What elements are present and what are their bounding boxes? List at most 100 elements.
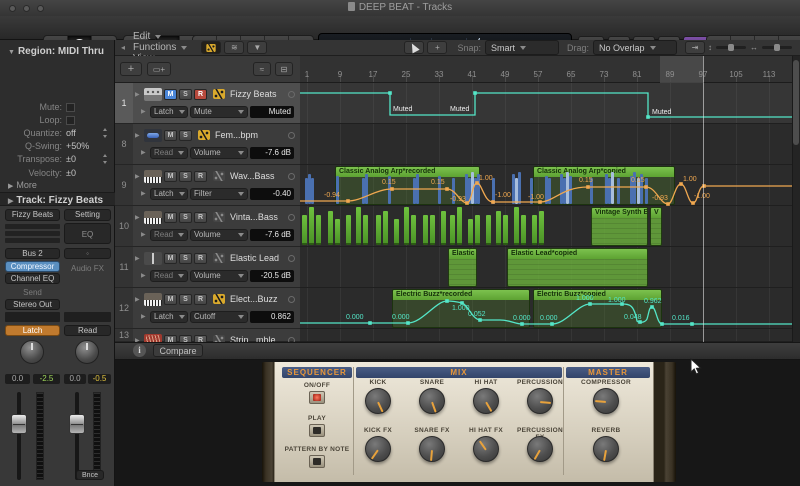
knob-snare[interactable] <box>419 388 445 414</box>
automation-value-box[interactable]: -7.6 dB <box>250 228 294 241</box>
mute-button[interactable]: M <box>164 129 177 141</box>
vertical-zoom-slider[interactable] <box>716 44 746 51</box>
midi-note-bar[interactable] <box>430 215 435 245</box>
midi-note-bar[interactable] <box>521 215 526 245</box>
playhead[interactable] <box>703 56 704 342</box>
track-number-10[interactable]: 10 <box>115 206 133 247</box>
record-enable-button[interactable]: R <box>194 170 207 182</box>
pan-knob[interactable] <box>75 340 99 364</box>
automation-value-box[interactable]: -0.40 <box>250 187 294 200</box>
knob-percussion[interactable] <box>527 388 553 414</box>
midi-note-bar[interactable] <box>376 215 381 245</box>
automation-toggle-button[interactable] <box>201 41 222 54</box>
group-slot[interactable] <box>5 312 60 322</box>
solo-button[interactable]: S <box>179 211 192 223</box>
menu-edit[interactable]: Edit <box>133 31 187 42</box>
knob-hi-hat-fx[interactable] <box>473 436 499 462</box>
output-slot[interactable]: Stereo Out <box>5 299 60 310</box>
track-icon-drum[interactable] <box>144 87 162 101</box>
track-icon-pill[interactable] <box>144 128 162 142</box>
eq-thumbnail-slot[interactable] <box>5 231 60 236</box>
midi-fx-slot[interactable]: ◦ <box>64 248 111 259</box>
automation-mode-read[interactable]: Read <box>64 325 111 336</box>
vertical-scrollbar-thumb[interactable] <box>793 60 799 145</box>
automation-mode-dropdown[interactable]: Read <box>150 228 188 241</box>
track-on-icon[interactable] <box>288 295 295 303</box>
region[interactable]: Elastic Lead*copied <box>507 248 648 287</box>
midi-note-bar[interactable] <box>363 215 368 245</box>
track-zoom-presets-icon[interactable]: ≈ <box>253 62 271 76</box>
automation-mode-dropdown[interactable]: Latch <box>150 187 188 200</box>
volume-fader-track[interactable] <box>17 392 21 480</box>
drag-dropdown[interactable]: No Overlap <box>593 40 677 55</box>
track-icon-synth[interactable] <box>144 210 162 224</box>
midi-note-bar[interactable] <box>356 207 361 245</box>
midi-note-bar[interactable] <box>486 215 491 245</box>
region[interactable]: Elastic L <box>448 248 477 287</box>
pan-knob[interactable] <box>20 340 44 364</box>
midi-note-bar[interactable] <box>532 215 537 245</box>
collapse-tracks-icon[interactable]: ⊟ <box>275 62 293 76</box>
channel-name-button[interactable]: Fizzy Beats <box>5 209 60 221</box>
midi-note-bar[interactable] <box>328 211 333 245</box>
sequencer-play-button[interactable] <box>309 424 325 437</box>
eq-display[interactable]: EQ <box>64 223 111 244</box>
midi-note-bar[interactable] <box>411 215 416 245</box>
track-icon-synth[interactable] <box>144 169 162 183</box>
midi-note-bar[interactable] <box>423 215 428 245</box>
mute-button[interactable]: M <box>164 170 177 182</box>
field-value[interactable]: ±0 <box>66 168 76 178</box>
mute-button[interactable]: M <box>164 88 177 100</box>
record-enable-button[interactable]: R <box>194 88 207 100</box>
volume-value[interactable]: 0.0 <box>5 374 30 384</box>
automation-mode-latch[interactable]: Latch <box>5 325 60 336</box>
midi-note-bar[interactable] <box>450 215 455 245</box>
knob-percussion-fx[interactable] <box>527 436 553 462</box>
track-name[interactable]: Elastic Lead <box>230 253 286 263</box>
midi-note-bar[interactable] <box>394 219 399 245</box>
midi-note-bar[interactable] <box>514 207 519 245</box>
field-value[interactable]: +50% <box>66 141 89 151</box>
bar-ruler[interactable]: 191725334149576573818997105113121 <box>300 56 800 83</box>
disclosure-triangle-icon[interactable]: ▶ <box>141 149 148 156</box>
flex-toggle-button[interactable]: ≋ <box>224 41 245 54</box>
sequencer-pattern-by-note-button[interactable] <box>309 455 325 468</box>
region[interactable]: Electric Buzz*recorded <box>392 289 530 328</box>
disclosure-triangle-icon[interactable]: ▶ <box>135 173 142 180</box>
volume-fader[interactable] <box>69 414 85 434</box>
add-track-button[interactable]: + <box>120 62 142 76</box>
stepper-icon[interactable] <box>102 128 109 138</box>
region[interactable]: Classic Analog Arp*copied <box>533 166 675 205</box>
automation-icon[interactable] <box>213 212 225 222</box>
midi-note-bar[interactable] <box>346 215 351 245</box>
compare-button[interactable]: Compare <box>153 344 203 357</box>
plugin-info-button[interactable]: i <box>133 344 146 357</box>
mute-button[interactable]: M <box>164 211 177 223</box>
region[interactable]: V <box>650 207 662 246</box>
automation-mode-dropdown[interactable]: Latch <box>150 105 188 118</box>
automation-icon[interactable] <box>213 294 225 304</box>
bounce-button[interactable]: Bnce <box>76 470 104 480</box>
midi-note-bar[interactable] <box>503 215 508 245</box>
midi-note-bar[interactable] <box>539 211 544 245</box>
track-header-9[interactable]: ▶ M S R Wav...Bass ▶ Latch Filter -0.40 <box>133 165 300 206</box>
volume-fader[interactable] <box>11 414 27 434</box>
track-icon-synth[interactable] <box>144 292 162 306</box>
stepper-icon[interactable] <box>102 154 109 164</box>
track-header-13[interactable]: ▶ M S R Strin...mble <box>133 329 300 347</box>
solo-button[interactable]: S <box>179 88 192 100</box>
track-on-icon[interactable] <box>288 90 295 98</box>
peak-value[interactable]: -0.5 <box>88 374 111 384</box>
duplicate-track-button[interactable]: ▭+ <box>147 62 171 76</box>
track-name[interactable]: Elect...Buzz <box>230 294 286 304</box>
peak-value[interactable]: -2.5 <box>33 374 60 384</box>
volume-value[interactable]: 0.0 <box>64 374 86 384</box>
field-checkbox[interactable] <box>66 116 75 125</box>
mute-button[interactable]: M <box>164 252 177 264</box>
eq-thumbnail-slot[interactable] <box>5 238 60 243</box>
track-header-1[interactable]: ▶ M S R Fizzy Beats ▶ Latch Mute Muted <box>133 83 300 124</box>
volume-fader-track[interactable] <box>75 392 79 480</box>
record-enable-button[interactable]: R <box>194 252 207 264</box>
region[interactable]: Electric Buzz*copied <box>533 289 662 328</box>
track-on-icon[interactable] <box>288 213 295 221</box>
